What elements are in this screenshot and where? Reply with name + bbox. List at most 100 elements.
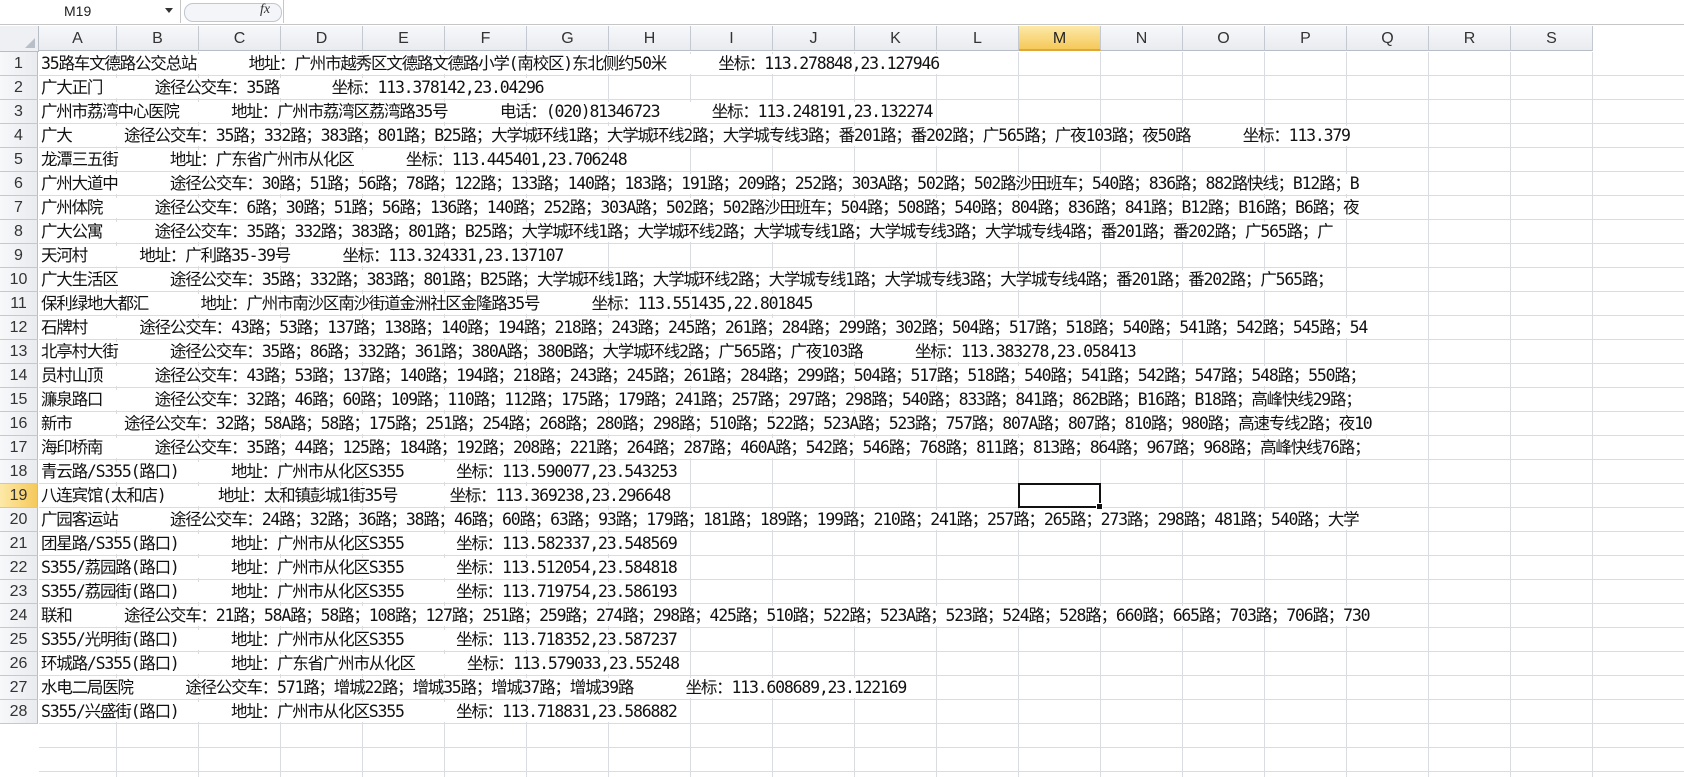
cell-a1[interactable]: 35路车文德路公交总站 地址：广州市越秀区文德路文德路小学(南校区)东北侧约50… <box>41 54 941 74</box>
column-header-l[interactable]: L <box>937 26 1019 51</box>
row-header-12[interactable]: 12 <box>0 316 38 340</box>
row-header-17[interactable]: 17 <box>0 436 38 460</box>
cell-a7[interactable]: 广州体院 途径公交车：6路；30路；51路；56路；136路；140路；252路… <box>41 198 1361 218</box>
cell-a18[interactable]: 青云路/S355(路口) 地址：广州市从化区S355 坐标：113.590077… <box>41 462 679 482</box>
column-header-p[interactable]: P <box>1265 26 1347 51</box>
table-row: 海印桥南 途径公交车：35路；44路；125路；184路；192路；208路；2… <box>39 436 1684 460</box>
column-header-j[interactable]: J <box>773 26 855 51</box>
cell-a5[interactable]: 龙潭三五街 地址：广东省广州市从化区 坐标：113.445401,23.7062… <box>41 150 629 170</box>
row-header-1[interactable]: 1 <box>0 52 38 76</box>
cell-a26[interactable]: 环城路/S355(路口) 地址：广东省广州市从化区 坐标：113.579033,… <box>41 654 681 674</box>
cell-a13[interactable]: 北亭村大街 途径公交车：35路；86路；332路；361路；380A路；380B… <box>41 342 1138 362</box>
row-header-3[interactable]: 3 <box>0 100 38 124</box>
column-header-c[interactable]: C <box>199 26 281 51</box>
row-header-20[interactable]: 20 <box>0 508 38 532</box>
cell-a16[interactable]: 新市 途径公交车：32路；58A路；58路；175路；251路；254路；268… <box>41 414 1374 434</box>
cell-a2[interactable]: 广大正门 途径公交车：35路 坐标：113.378142,23.04296 <box>41 78 546 98</box>
table-row: 广大 途径公交车：35路；332路；383路；801路；B25路；大学城环线1路… <box>39 124 1684 148</box>
cell-a12[interactable]: 石牌村 途径公交车：43路；53路；137路；138路；140路；194路；21… <box>41 318 1370 338</box>
column-header-k[interactable]: K <box>855 26 937 51</box>
table-row: 环城路/S355(路口) 地址：广东省广州市从化区 坐标：113.579033,… <box>39 652 1684 676</box>
row-header-23[interactable]: 23 <box>0 580 38 604</box>
cell-a20[interactable]: 广园客运站 途径公交车：24路；32路；36路；38路；46路；60路；63路；… <box>41 510 1361 530</box>
table-row: 团星路/S355(路口) 地址：广州市从化区S355 坐标：113.582337… <box>39 532 1684 556</box>
cell-a10[interactable]: 广大生活区 途径公交车：35路；332路；383路；801路；B25路；大学城环… <box>41 270 1335 290</box>
row-header-13[interactable]: 13 <box>0 340 38 364</box>
cell-a19[interactable]: 八连宾馆(太和店) 地址：太和镇彭城1街35号 坐标：113.369238,23… <box>41 486 673 506</box>
row-header-2[interactable]: 2 <box>0 76 38 100</box>
active-cell-cursor[interactable] <box>1018 483 1103 510</box>
column-header-r[interactable]: R <box>1429 26 1511 51</box>
cell-a3[interactable]: 广州市荔湾中心医院 地址：广州市荔湾区荔湾路35号 电话：(020)813467… <box>41 102 935 122</box>
cell-a25[interactable]: S355/光明街(路口) 地址：广州市从化区S355 坐标：113.718352… <box>41 630 679 650</box>
row-header-27[interactable]: 27 <box>0 676 38 700</box>
fill-handle[interactable] <box>1096 503 1103 510</box>
table-row: 石牌村 途径公交车：43路；53路；137路；138路；140路；194路；21… <box>39 316 1684 340</box>
insert-function-icon[interactable]: fx <box>260 2 270 18</box>
table-row: 龙潭三五街 地址：广东省广州市从化区 坐标：113.445401,23.7062… <box>39 148 1684 172</box>
row-header-7[interactable]: 7 <box>0 196 38 220</box>
row-header-9[interactable]: 9 <box>0 244 38 268</box>
cell-a14[interactable]: 员村山顶 途径公交车：43路；53路；137路；140路；194路；218路；2… <box>41 366 1367 386</box>
cell-a22[interactable]: S355/荔园路(路口) 地址：广州市从化区S355 坐标：113.512054… <box>41 558 679 578</box>
select-all-button[interactable] <box>0 26 39 52</box>
row-header-26[interactable]: 26 <box>0 652 38 676</box>
column-header-b[interactable]: B <box>117 26 199 51</box>
cell-a28[interactable]: S355/兴盛街(路口) 地址：广州市从化区S355 坐标：113.718831… <box>41 702 679 722</box>
row-header-6[interactable]: 6 <box>0 172 38 196</box>
table-row: 保利绿地大都汇 地址：广州市南沙区南沙街道金洲社区金隆路35号 坐标：113.5… <box>39 292 1684 316</box>
cell-a17[interactable]: 海印桥南 途径公交车：35路；44路；125路；184路；192路；208路；2… <box>41 438 1372 458</box>
column-header-h[interactable]: H <box>609 26 691 51</box>
cell-a8[interactable]: 广大公寓 途径公交车：35路；332路；383路；801路；B25路；大学城环线… <box>41 222 1335 242</box>
row-header-28[interactable]: 28 <box>0 700 38 724</box>
formula-input[interactable] <box>283 0 1684 23</box>
row-header-11[interactable]: 11 <box>0 292 38 316</box>
cell-a21[interactable]: 团星路/S355(路口) 地址：广州市从化区S355 坐标：113.582337… <box>41 534 679 554</box>
cell-a27[interactable]: 水电二局医院 途径公交车：571路；增城22路；增城35路；增城37路；增城39… <box>41 678 909 698</box>
row-header-19[interactable]: 19 <box>0 484 38 508</box>
table-row: 广州体院 途径公交车：6路；30路；51路；56路；136路；140路；252路… <box>39 196 1684 220</box>
cell-a23[interactable]: S355/荔园街(路口) 地址：广州市从化区S355 坐标：113.719754… <box>41 582 679 602</box>
column-header-d[interactable]: D <box>281 26 363 51</box>
cell-a15[interactable]: 濂泉路口 途径公交车：32路；46路；60路；109路；110路；112路；17… <box>41 390 1363 410</box>
row-header-24[interactable]: 24 <box>0 604 38 628</box>
table-row: S355/光明街(路口) 地址：广州市从化区S355 坐标：113.718352… <box>39 628 1684 652</box>
column-header-n[interactable]: N <box>1101 26 1183 51</box>
cell-a4[interactable]: 广大 途径公交车：35路；332路；383路；801路；B25路；大学城环线1路… <box>41 126 1352 146</box>
row-header-18[interactable]: 18 <box>0 460 38 484</box>
table-row: 广大正门 途径公交车：35路 坐标：113.378142,23.04296 <box>39 76 1684 100</box>
cell-a9[interactable]: 天河村 地址：广利路35-39号 坐标：113.324331,23.137107 <box>41 246 566 266</box>
table-row: 八连宾馆(太和店) 地址：太和镇彭城1街35号 坐标：113.369238,23… <box>39 484 1684 508</box>
column-header-g[interactable]: G <box>527 26 609 51</box>
column-header-m[interactable]: M <box>1019 26 1101 51</box>
table-row: 广大公寓 途径公交车：35路；332路；383路；801路；B25路；大学城环线… <box>39 220 1684 244</box>
row-header-8[interactable]: 8 <box>0 220 38 244</box>
row-header-16[interactable]: 16 <box>0 412 38 436</box>
column-header-i[interactable]: I <box>691 26 773 51</box>
row-header-25[interactable]: 25 <box>0 628 38 652</box>
cell-a24[interactable]: 联和 途径公交车：21路；58A路；58路；108路；127路；251路；259… <box>41 606 1372 626</box>
table-row: 广大生活区 途径公交车：35路；332路；383路；801路；B25路；大学城环… <box>39 268 1684 292</box>
row-header-4[interactable]: 4 <box>0 124 38 148</box>
column-header-a[interactable]: A <box>39 26 117 51</box>
name-box[interactable]: M19 <box>0 0 181 23</box>
column-header-f[interactable]: F <box>445 26 527 51</box>
column-header-s[interactable]: S <box>1511 26 1593 51</box>
column-header-e[interactable]: E <box>363 26 445 51</box>
row-header-5[interactable]: 5 <box>0 148 38 172</box>
table-row: 水电二局医院 途径公交车：571路；增城22路；增城35路；增城37路；增城39… <box>39 676 1684 700</box>
select-all-triangle-icon <box>25 38 35 48</box>
row-header-14[interactable]: 14 <box>0 364 38 388</box>
column-header-o[interactable]: O <box>1183 26 1265 51</box>
cell-a11[interactable]: 保利绿地大都汇 地址：广州市南沙区南沙街道金洲社区金隆路35号 坐标：113.5… <box>41 294 815 314</box>
column-header-q[interactable]: Q <box>1347 26 1429 51</box>
row-header-21[interactable]: 21 <box>0 532 38 556</box>
insert-function-area: fx <box>182 1 282 23</box>
cell-area[interactable]: 35路车文德路公交总站 地址：广州市越秀区文德路文德路小学(南校区)东北侧约50… <box>39 52 1684 777</box>
cell-a6[interactable]: 广州大道中 途径公交车：30路；51路；56路；78路；122路；133路；14… <box>41 174 1361 194</box>
row-header-22[interactable]: 22 <box>0 556 38 580</box>
name-box-dropdown-icon[interactable] <box>165 8 173 13</box>
table-row: 员村山顶 途径公交车：43路；53路；137路；140路；194路；218路；2… <box>39 364 1684 388</box>
row-header-15[interactable]: 15 <box>0 388 38 412</box>
row-header-10[interactable]: 10 <box>0 268 38 292</box>
